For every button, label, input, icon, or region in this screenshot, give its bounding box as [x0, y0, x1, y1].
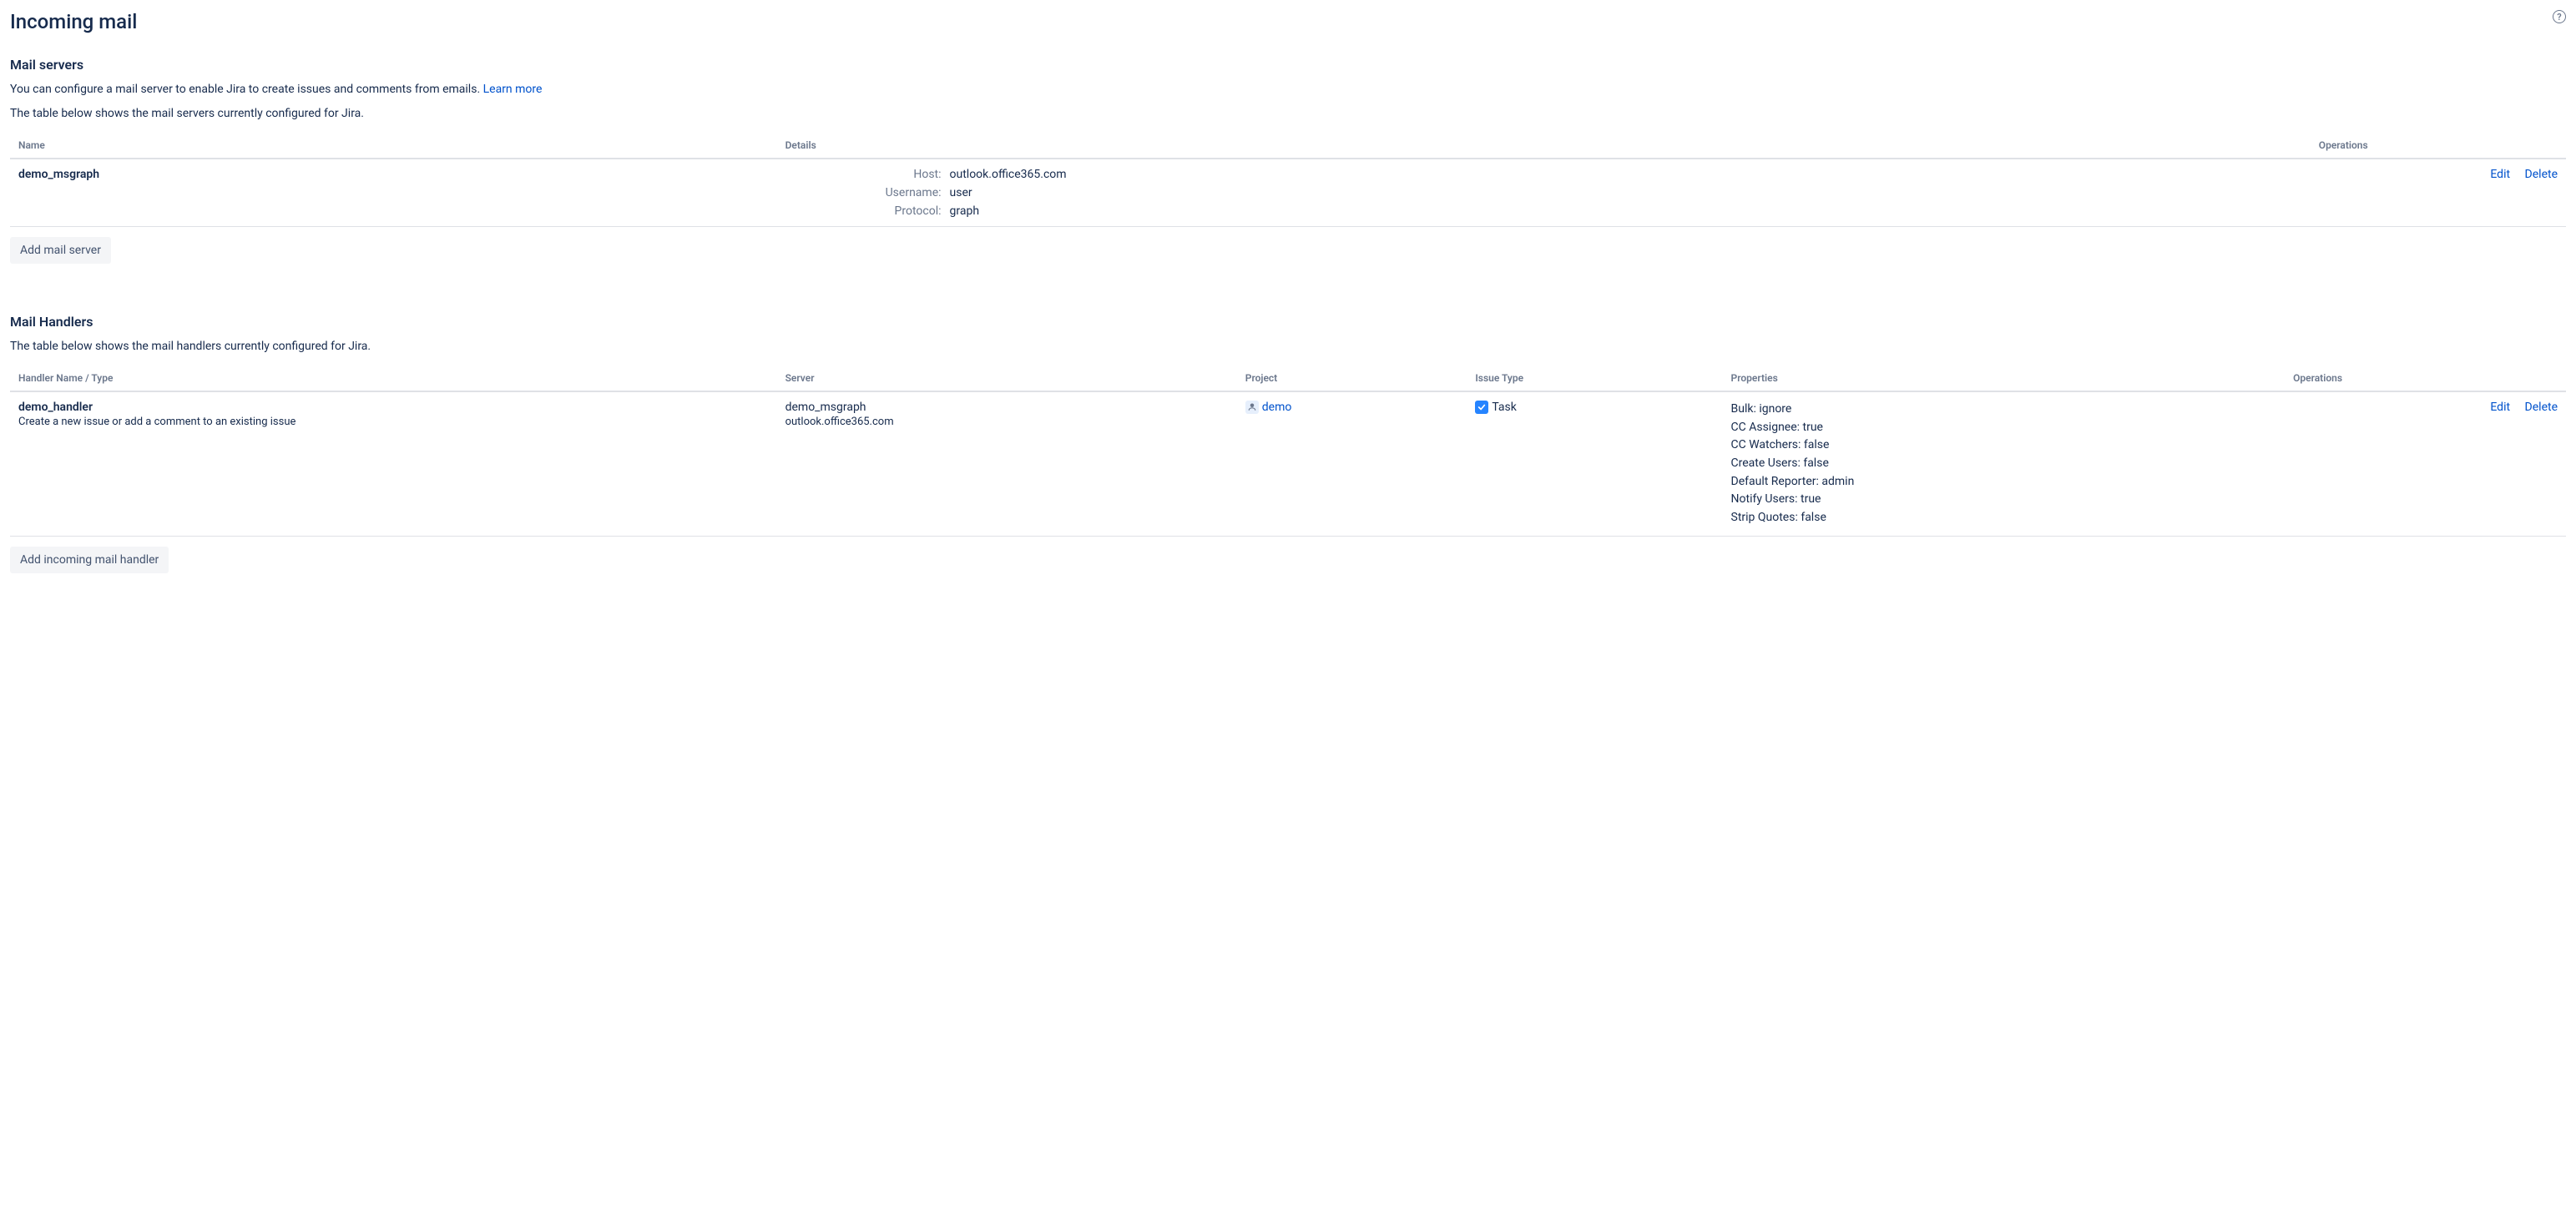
property-row: Bulk: ignore — [1731, 401, 2277, 419]
mail-handlers-heading: Mail Handlers — [10, 314, 2566, 330]
protocol-value: graph — [950, 204, 1067, 218]
host-label: Host: — [886, 168, 942, 181]
username-value: user — [950, 186, 1067, 199]
property-value: true — [1801, 492, 1821, 506]
property-row: CC Watchers: false — [1731, 436, 2277, 455]
server-operations: Edit Delete — [2311, 159, 2566, 227]
property-row: Default Reporter: admin — [1731, 473, 2277, 492]
mail-servers-description: You can configure a mail server to enabl… — [10, 81, 2566, 98]
property-value: false — [1803, 456, 1829, 470]
handler-properties-cell: Bulk: ignoreCC Assignee: trueCC Watchers… — [1723, 391, 2286, 536]
protocol-label: Protocol: — [886, 204, 942, 218]
learn-more-link[interactable]: Learn more — [483, 83, 543, 96]
property-row: Strip Quotes: false — [1731, 509, 2277, 527]
project-icon — [1245, 401, 1259, 414]
col-operations: Operations — [2285, 366, 2566, 391]
server-details: Host: outlook.office365.com Username: us… — [777, 159, 2311, 227]
col-issue-type: Issue Type — [1467, 366, 1722, 391]
mail-handlers-section: Mail Handlers The table below shows the … — [10, 314, 2566, 573]
mail-servers-heading: Mail servers — [10, 57, 2566, 73]
property-row: Notify Users: true — [1731, 491, 2277, 509]
project-link[interactable]: demo — [1262, 401, 1292, 414]
mail-servers-section: Mail servers You can configure a mail se… — [10, 57, 2566, 264]
server-name: demo_msgraph — [10, 159, 777, 227]
add-mail-handler-button[interactable]: Add incoming mail handler — [10, 547, 169, 573]
property-value: ignore — [1759, 402, 1791, 416]
delete-link[interactable]: Delete — [2525, 168, 2558, 181]
handler-server-cell: demo_msgraph outlook.office365.com — [777, 391, 1237, 536]
issue-type-value: Task — [1492, 401, 1517, 414]
col-details: Details — [777, 133, 2311, 159]
property-value: false — [1804, 438, 1830, 451]
property-key: CC Watchers: — [1731, 438, 1804, 451]
edit-link[interactable]: Edit — [2490, 168, 2510, 181]
help-icon[interactable]: ? — [2553, 10, 2566, 23]
property-row: Create Users: false — [1731, 455, 2277, 473]
mail-handlers-table: Handler Name / Type Server Project Issue… — [10, 366, 2566, 537]
property-key: Bulk: — [1731, 402, 1760, 416]
host-value: outlook.office365.com — [950, 168, 1067, 181]
col-properties: Properties — [1723, 366, 2286, 391]
col-handler: Handler Name / Type — [10, 366, 777, 391]
col-server: Server — [777, 366, 1237, 391]
mail-servers-table: Name Details Operations demo_msgraph Hos… — [10, 133, 2566, 227]
handler-type-desc: Create a new issue or add a comment to a… — [18, 416, 769, 428]
property-key: CC Assignee: — [1731, 421, 1803, 434]
table-row: demo_msgraph Host: outlook.office365.com… — [10, 159, 2566, 227]
handler-name: demo_handler — [18, 401, 769, 414]
property-key: Strip Quotes: — [1731, 511, 1801, 524]
property-value: true — [1803, 421, 1823, 434]
col-operations: Operations — [2311, 133, 2566, 159]
delete-link[interactable]: Delete — [2525, 401, 2558, 414]
handler-server-name: demo_msgraph — [785, 401, 1229, 414]
handler-issue-type-cell: Task — [1467, 391, 1722, 536]
handler-server-host: outlook.office365.com — [785, 416, 1229, 428]
property-key: Notify Users: — [1731, 492, 1801, 506]
handler-project-cell: demo — [1237, 391, 1467, 536]
page-title: Incoming mail — [10, 10, 137, 33]
mail-servers-description-2: The table below shows the mail servers c… — [10, 105, 2566, 123]
property-key: Create Users: — [1731, 456, 1804, 470]
property-key: Default Reporter: — [1731, 475, 1822, 488]
handler-operations: Edit Delete — [2285, 391, 2566, 536]
property-row: CC Assignee: true — [1731, 419, 2277, 437]
task-icon — [1475, 401, 1488, 414]
property-value: admin — [1821, 475, 1854, 488]
mail-handlers-description: The table below shows the mail handlers … — [10, 338, 2566, 355]
username-label: Username: — [886, 186, 942, 199]
mail-servers-desc-text: You can configure a mail server to enabl… — [10, 83, 483, 96]
table-row: demo_handler Create a new issue or add a… — [10, 391, 2566, 536]
col-name: Name — [10, 133, 777, 159]
col-project: Project — [1237, 366, 1467, 391]
handler-name-cell: demo_handler Create a new issue or add a… — [10, 391, 777, 536]
property-value: false — [1801, 511, 1826, 524]
edit-link[interactable]: Edit — [2490, 401, 2510, 414]
add-mail-server-button[interactable]: Add mail server — [10, 237, 111, 264]
